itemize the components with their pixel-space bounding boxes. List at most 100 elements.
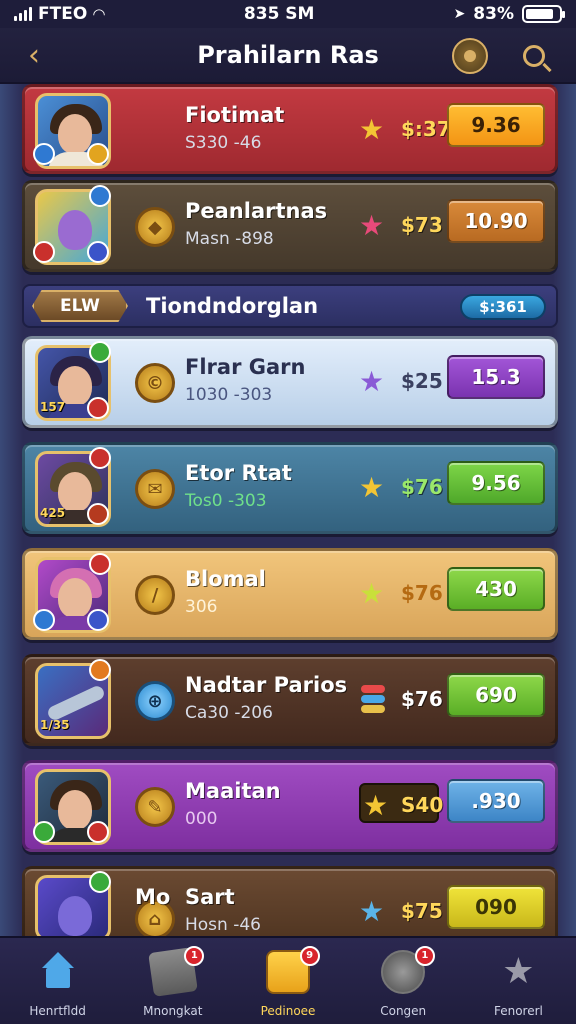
list-item[interactable]: ⌂ Mo Sart Hosn -46 ★ $75 090 [22,866,558,941]
item-name-prefix: Mo [135,885,171,909]
chevron-left-icon[interactable]: ‹ [18,38,50,74]
medal-icon: ◆ [135,207,175,247]
item-price: $76 [401,687,443,711]
blue-orb-icon [87,241,109,263]
battery-icon [522,5,565,23]
star-icon: ★ [359,895,385,928]
item-sub: 306 [185,597,218,617]
stack-icon [361,685,385,715]
home-icon [36,950,80,994]
red-orb-icon [87,503,109,525]
section-tag[interactable]: ELW [32,290,128,322]
tab-label: Fenorerl [493,1004,543,1018]
item-price: S40 [401,793,444,817]
blue-orb-icon [89,185,111,207]
item-sub: 000 [185,809,218,829]
item-price: $25 [401,369,443,393]
blue-orb-icon [33,143,55,165]
medal-icon: © [135,363,175,403]
red-orb-icon [89,447,111,469]
blue-orb-icon [87,609,109,631]
buy-button[interactable]: 430 [447,567,545,611]
notification-badge: 1 [184,946,205,966]
tab-label: Congen [380,1004,427,1018]
item-name: Flrar Garn [185,355,306,379]
tab-label: Henrtfldd [29,1004,86,1018]
list-item[interactable]: 425 ✉ Etor Rtat Tos0 -303 ★ $76 9.56 [22,442,558,534]
buy-button[interactable]: 9.36 [447,103,545,147]
item-sub: Hosn -46 [185,915,261,935]
item-sub: 1030 -303 [185,385,273,405]
tab-pedinoee[interactable]: 9 Pedinoee [230,938,345,1024]
item-price: $76 [401,581,443,605]
medal-icon: / [135,575,175,615]
coin-icon[interactable] [452,38,488,74]
carrier: FTEO [38,4,88,24]
medal-icon: ⊕ [135,681,175,721]
item-sub: Tos0 -303 [185,491,267,511]
section-value-badge[interactable]: $:361 [460,294,546,320]
item-name: Blomal [185,567,266,591]
item-price: $76 [401,475,443,499]
wifi-icon: ◠ [93,5,105,23]
star-icon: ★ [359,113,385,146]
buy-button[interactable]: 15.3 [447,355,545,399]
item-name: Nadtar Parios [185,673,348,697]
list-item[interactable]: 157 © Flrar Garn 1030 -303 ★ $25 15.3 [22,336,558,428]
section-header: ELW Tiondndorglan $:361 [22,284,558,328]
buy-button[interactable]: 9.56 [447,461,545,505]
buy-button[interactable]: .930 [447,779,545,823]
item-name: Sart [185,885,235,909]
tab-label: Pedinoee [260,1004,316,1018]
item-price: $:37 [401,117,451,141]
medal-icon: ✉ [135,469,175,509]
red-orb-icon [87,397,109,419]
tab-market[interactable]: 1 Mnongkat [115,938,230,1024]
notification-badge: 9 [299,946,320,966]
gold-orb-icon [87,143,109,165]
status-time: 835 SM [243,4,315,24]
tab-label: Mnongkat [143,1004,203,1018]
tab-congen[interactable]: 1 Congen [346,938,461,1024]
item-name: Fiotimat [185,103,285,127]
star-icon: ★ [363,789,389,822]
red-orb-icon [89,553,111,575]
list-item[interactable]: ✎ Maaitan 000 ★ S40 .930 [22,760,558,852]
red-orb-icon [33,241,55,263]
buy-button[interactable]: 10.90 [447,199,545,243]
list-item[interactable]: / Blomal 306 ★ $76 430 [22,548,558,640]
green-orb-icon [89,341,111,363]
item-name: Maaitan [185,779,281,803]
item-price: $73 [401,213,443,237]
signal-icon [14,7,32,21]
tab-featured[interactable]: ★ Fenorerl [461,938,576,1024]
red-orb-icon [87,821,109,843]
item-sub: S330 -46 [185,133,262,153]
orange-orb-icon [89,659,111,681]
battery-text: 83% [473,4,514,24]
buy-button[interactable]: 690 [447,673,545,717]
item-sub: Ca30 -206 [185,703,273,723]
item-price: $75 [401,899,443,923]
star-icon: ★ [359,365,385,398]
star-icon: ★ [359,471,385,504]
search-icon[interactable] [516,38,552,74]
page-title: Prahilarn Ras [197,41,379,69]
star-icon: ★ [502,951,535,992]
notification-badge: 1 [414,946,435,966]
item-name: Peanlartnas [185,199,328,223]
list-item[interactable]: Fiotimat S330 -46 ★ $:37 9.36 [22,84,558,174]
tab-bar: Henrtfldd 1 Mnongkat 9 Pedinoee 1 Congen… [0,936,576,1024]
blue-orb-icon [33,609,55,631]
section-title: Tiondndorglan [146,294,319,318]
item-sub: Masn -898 [185,229,274,249]
list-item[interactable]: ◆ Peanlartnas Masn -898 ★ $73 10.90 [22,180,558,272]
green-orb-icon [89,871,111,893]
tab-home[interactable]: Henrtfldd [0,938,115,1024]
nav-bar: ‹ Prahilarn Ras [0,28,576,84]
star-icon: ★ [359,209,385,242]
buy-button[interactable]: 090 [447,885,545,929]
medal-icon: ✎ [135,787,175,827]
list-item[interactable]: 1/35 ⊕ Nadtar Parios Ca30 -206 $76 690 [22,654,558,746]
green-orb-icon [33,821,55,843]
